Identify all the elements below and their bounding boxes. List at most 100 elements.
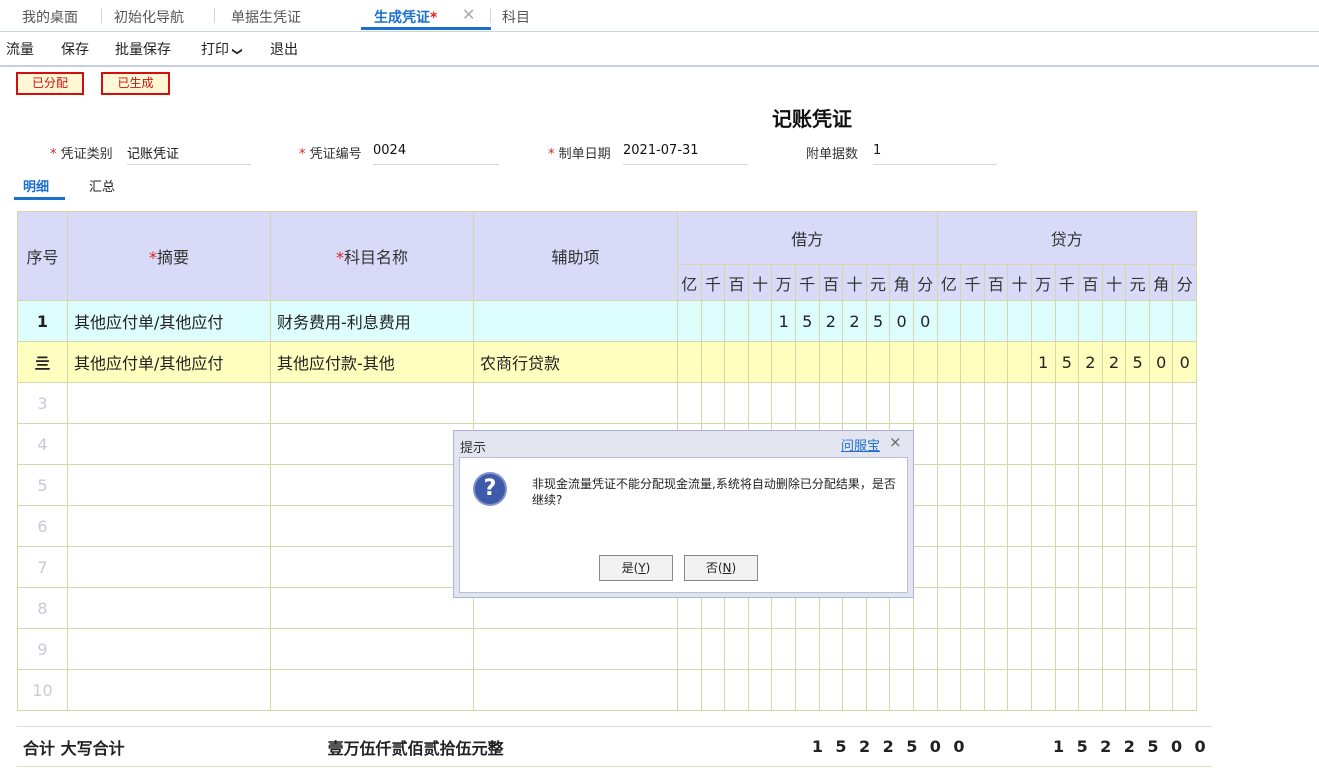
credit-digit-cell[interactable]: 5 bbox=[1054, 341, 1080, 383]
row-summary[interactable]: 其他应付单/其他应付 bbox=[67, 341, 271, 383]
credit-digit-cell[interactable] bbox=[1030, 628, 1056, 670]
credit-digit-cell[interactable] bbox=[983, 628, 1009, 670]
credit-digit-cell[interactable] bbox=[1007, 505, 1032, 547]
debit-digit-cell[interactable] bbox=[865, 382, 891, 424]
credit-digit-cell[interactable] bbox=[1125, 669, 1150, 711]
debit-digit-cell[interactable] bbox=[771, 341, 796, 383]
credit-digit-cell[interactable] bbox=[1125, 546, 1150, 588]
credit-digit-cell[interactable] bbox=[1101, 382, 1127, 424]
row-summary[interactable] bbox=[67, 587, 271, 629]
credit-digit-cell[interactable] bbox=[1078, 546, 1103, 588]
credit-digit-cell[interactable] bbox=[1054, 382, 1080, 424]
credit-digit-cell[interactable] bbox=[1148, 669, 1174, 711]
credit-digit-cell[interactable]: 0 bbox=[1148, 341, 1174, 383]
credit-digit-cell[interactable] bbox=[1172, 669, 1198, 711]
debit-digit-cell[interactable] bbox=[912, 587, 938, 629]
debit-digit-cell[interactable] bbox=[724, 669, 749, 711]
debit-digit-cell[interactable] bbox=[794, 341, 820, 383]
credit-digit-cell[interactable] bbox=[960, 546, 985, 588]
debit-digit-cell[interactable] bbox=[889, 669, 914, 711]
debit-digit-cell[interactable] bbox=[747, 300, 773, 342]
credit-digit-cell[interactable] bbox=[960, 587, 985, 629]
credit-digit-cell[interactable] bbox=[936, 546, 962, 588]
credit-digit-cell[interactable] bbox=[1101, 423, 1127, 465]
credit-digit-cell[interactable] bbox=[960, 423, 985, 465]
credit-digit-cell[interactable] bbox=[1007, 669, 1032, 711]
debit-digit-cell[interactable] bbox=[747, 628, 773, 670]
credit-digit-cell[interactable] bbox=[1148, 423, 1174, 465]
debit-digit-cell[interactable]: 2 bbox=[842, 300, 867, 342]
debit-digit-cell[interactable] bbox=[889, 382, 914, 424]
debit-digit-cell[interactable] bbox=[747, 382, 773, 424]
row-account[interactable]: 其他应付款-其他 bbox=[270, 341, 474, 383]
debit-digit-cell[interactable] bbox=[818, 669, 844, 711]
credit-digit-cell[interactable] bbox=[960, 628, 985, 670]
debit-digit-cell[interactable] bbox=[889, 341, 914, 383]
row-account[interactable] bbox=[270, 587, 474, 629]
debit-digit-cell[interactable] bbox=[842, 628, 867, 670]
row-account[interactable] bbox=[270, 464, 474, 506]
debit-digit-cell[interactable] bbox=[794, 628, 820, 670]
debit-digit-cell[interactable] bbox=[912, 382, 938, 424]
credit-digit-cell[interactable] bbox=[983, 464, 1009, 506]
row-summary[interactable]: 其他应付单/其他应付 bbox=[67, 300, 271, 342]
debit-digit-cell[interactable] bbox=[700, 382, 726, 424]
credit-digit-cell[interactable] bbox=[1125, 628, 1150, 670]
credit-digit-cell[interactable] bbox=[983, 505, 1009, 547]
credit-digit-cell[interactable] bbox=[1148, 505, 1174, 547]
credit-digit-cell[interactable] bbox=[1030, 300, 1056, 342]
debit-digit-cell[interactable]: 5 bbox=[865, 300, 891, 342]
row-aux[interactable] bbox=[473, 628, 678, 670]
credit-digit-cell[interactable] bbox=[1172, 382, 1198, 424]
generated-status-button[interactable]: 已生成 bbox=[101, 72, 170, 95]
credit-digit-cell[interactable] bbox=[1172, 300, 1198, 342]
debit-digit-cell[interactable] bbox=[771, 628, 796, 670]
credit-digit-cell[interactable] bbox=[1007, 628, 1032, 670]
debit-digit-cell[interactable]: 0 bbox=[889, 300, 914, 342]
debit-digit-cell[interactable] bbox=[912, 505, 938, 547]
row-summary[interactable] bbox=[67, 464, 271, 506]
row-account[interactable] bbox=[270, 505, 474, 547]
attachment-count-field[interactable]: 1 bbox=[873, 143, 997, 165]
tab-my-desktop[interactable]: 我的桌面 bbox=[22, 7, 78, 27]
credit-digit-cell[interactable] bbox=[1148, 382, 1174, 424]
save-button[interactable]: 保存 bbox=[61, 39, 89, 59]
voucher-number-field[interactable]: 0024 bbox=[373, 143, 499, 165]
credit-digit-cell[interactable] bbox=[1030, 505, 1056, 547]
credit-digit-cell[interactable] bbox=[1172, 464, 1198, 506]
debit-digit-cell[interactable] bbox=[677, 341, 702, 383]
debit-digit-cell[interactable] bbox=[842, 382, 867, 424]
credit-digit-cell[interactable] bbox=[1054, 546, 1080, 588]
credit-digit-cell[interactable] bbox=[1030, 382, 1056, 424]
credit-digit-cell[interactable] bbox=[1125, 300, 1150, 342]
credit-digit-cell[interactable]: 5 bbox=[1125, 341, 1150, 383]
credit-digit-cell[interactable]: 1 bbox=[1030, 341, 1056, 383]
table-row[interactable]: 1 其他应付单/其他应付 财务费用-利息费用 1 5 2 2 5 0 0 bbox=[17, 300, 1198, 342]
row-summary[interactable] bbox=[67, 505, 271, 547]
tab-generate-voucher[interactable]: 生成凭证* bbox=[374, 7, 437, 27]
credit-digit-cell[interactable] bbox=[1030, 423, 1056, 465]
credit-digit-cell[interactable] bbox=[1007, 546, 1032, 588]
credit-digit-cell[interactable] bbox=[1101, 546, 1127, 588]
row-summary[interactable] bbox=[67, 546, 271, 588]
credit-digit-cell[interactable] bbox=[1078, 300, 1103, 342]
credit-digit-cell[interactable] bbox=[983, 669, 1009, 711]
debit-digit-cell[interactable] bbox=[724, 628, 749, 670]
debit-digit-cell[interactable] bbox=[771, 669, 796, 711]
print-button[interactable]: 打印 ❯ bbox=[201, 39, 243, 59]
debit-digit-cell[interactable] bbox=[865, 341, 891, 383]
row-account[interactable] bbox=[270, 669, 474, 711]
table-row[interactable]: 10 bbox=[17, 669, 1198, 711]
allocated-status-button[interactable]: 已分配 bbox=[16, 72, 84, 95]
debit-digit-cell[interactable] bbox=[724, 341, 749, 383]
credit-digit-cell[interactable] bbox=[1007, 423, 1032, 465]
credit-digit-cell[interactable] bbox=[1125, 587, 1150, 629]
credit-digit-cell[interactable] bbox=[1078, 464, 1103, 506]
credit-digit-cell[interactable] bbox=[1007, 587, 1032, 629]
row-aux[interactable] bbox=[473, 382, 678, 424]
debit-digit-cell[interactable] bbox=[842, 669, 867, 711]
debit-digit-cell[interactable] bbox=[747, 341, 773, 383]
debit-digit-cell[interactable] bbox=[677, 669, 702, 711]
debit-digit-cell[interactable]: 2 bbox=[818, 300, 844, 342]
credit-digit-cell[interactable] bbox=[1125, 382, 1150, 424]
